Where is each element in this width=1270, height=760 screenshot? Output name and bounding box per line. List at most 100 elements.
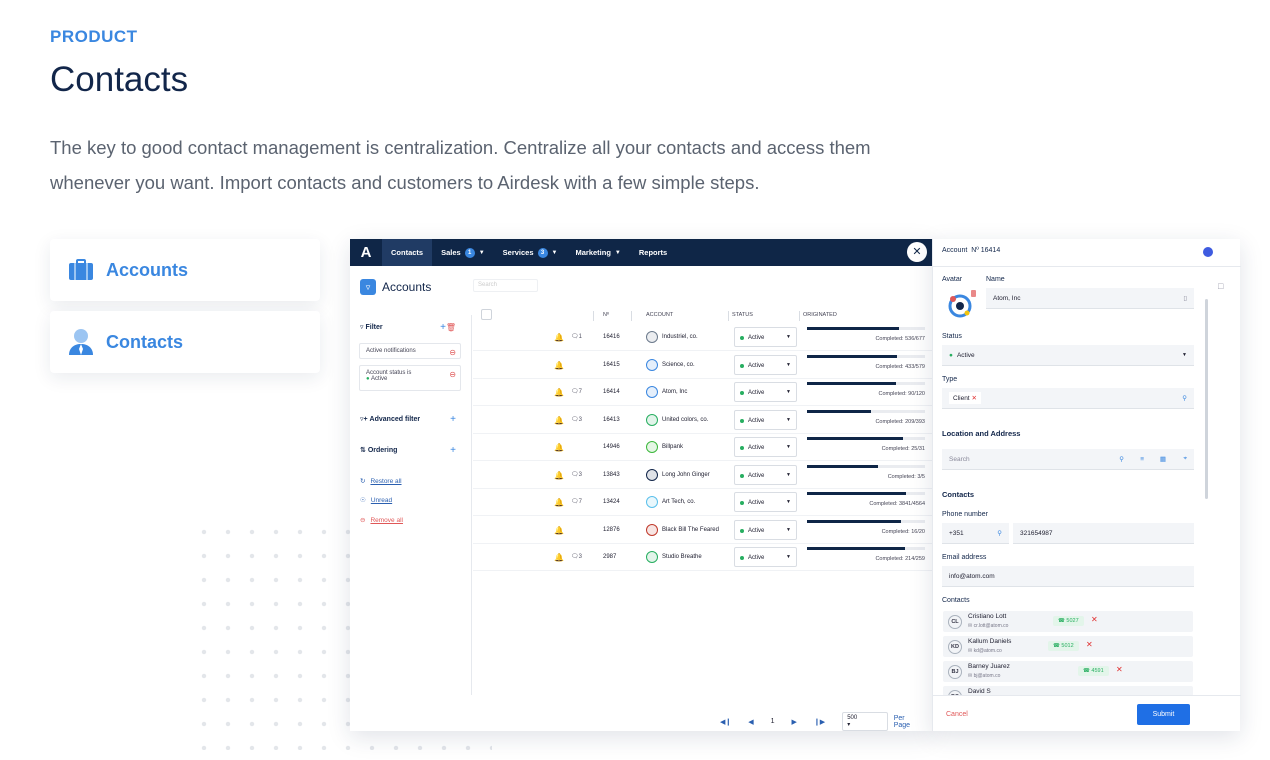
account-name[interactable]: Atom, Inc: [662, 389, 687, 395]
filter-view-icon[interactable]: ▿: [360, 279, 376, 295]
account-name[interactable]: Black Bill The Feared: [662, 527, 719, 533]
nav-contacts[interactable]: Contacts: [382, 239, 432, 266]
message-count[interactable]: 🗨3: [571, 471, 582, 478]
next-page-icon[interactable]: ▶: [792, 718, 797, 726]
bell-icon[interactable]: 🔔: [554, 388, 564, 397]
remove-contact-icon[interactable]: ✕: [1086, 640, 1093, 649]
account-name[interactable]: Industriel, co.: [662, 334, 698, 340]
cancel-button[interactable]: Cancel: [946, 711, 968, 718]
status-select[interactable]: Active▼: [734, 355, 797, 375]
current-page[interactable]: 1: [771, 718, 775, 725]
bell-icon[interactable]: 🔔: [554, 553, 564, 562]
bell-icon[interactable]: 🔔: [554, 471, 564, 480]
remove-tag-icon[interactable]: ✕: [971, 395, 976, 402]
account-name[interactable]: Science, co.: [662, 362, 695, 368]
table-row[interactable]: 🔔12876Black Bill The FearedActive▼Comple…: [473, 517, 932, 544]
remove-chip-icon[interactable]: ⊖: [449, 370, 456, 379]
table-row[interactable]: 🔔🗨116416Industriel, co.Active▼Completed:…: [473, 324, 932, 351]
column-header-number[interactable]: Nº: [603, 312, 609, 318]
ordering-header[interactable]: ⇅ Ordering+: [360, 446, 460, 454]
message-count[interactable]: 🗨3: [571, 416, 582, 423]
filter-chip-notifications[interactable]: Active notifications⊖: [359, 343, 461, 359]
feature-card-accounts[interactable]: Accounts: [50, 239, 320, 301]
email-input[interactable]: info@atom.com: [942, 566, 1194, 587]
table-row[interactable]: 🔔16415Science, co.Active▼Completed: 433/…: [473, 352, 932, 379]
remove-contact-icon[interactable]: ✕: [1116, 665, 1123, 674]
name-input[interactable]: Atom, Inc▯: [986, 288, 1194, 309]
first-page-icon[interactable]: ◀❙: [720, 718, 731, 726]
restore-all-link[interactable]: ↻Restore all: [360, 477, 402, 485]
last-page-icon[interactable]: ❙▶: [814, 718, 825, 726]
message-count[interactable]: 🗨1: [571, 333, 582, 340]
close-icon[interactable]: ✕: [907, 242, 927, 262]
account-name[interactable]: Studio Breathe: [662, 554, 702, 560]
advanced-filter-header[interactable]: ▿+ Advanced filter+: [360, 415, 460, 423]
status-select[interactable]: ●Active▼: [942, 345, 1194, 366]
status-select[interactable]: Active▼: [734, 520, 797, 540]
bell-icon[interactable]: 🔔: [554, 361, 564, 370]
nav-services[interactable]: Services3▼: [494, 239, 567, 266]
atom-logo-icon[interactable]: [942, 288, 978, 324]
remove-all-link[interactable]: ⊖Remove all: [360, 516, 403, 524]
message-count[interactable]: 🗨7: [571, 498, 582, 505]
location-search-input[interactable]: Search⚲≡▦⌖: [942, 449, 1194, 470]
scrollbar[interactable]: [1205, 299, 1208, 499]
map-icon[interactable]: ▦: [1160, 455, 1166, 463]
add-advanced-filter-icon[interactable]: +: [450, 414, 456, 425]
remove-contact-icon[interactable]: ✕: [1091, 615, 1098, 624]
contact-card[interactable]: CLCristiano Lott✉ cr.lott@atom.co☎ 5027✕: [943, 611, 1193, 632]
account-name[interactable]: Billpank: [662, 444, 683, 450]
table-row[interactable]: 🔔14946BillpankActive▼Completed: 25/31: [473, 434, 932, 461]
table-row[interactable]: 🔔🗨713424Art Tech, co.Active▼Completed: 3…: [473, 489, 932, 516]
search-icon[interactable]: ⚲: [1182, 394, 1187, 402]
clipboard-icon[interactable]: ▯: [1183, 294, 1187, 302]
submit-button[interactable]: Submit: [1137, 704, 1190, 725]
phone-prefix-select[interactable]: +351⚲: [942, 523, 1009, 544]
select-all-checkbox[interactable]: [481, 309, 492, 320]
message-count[interactable]: 🗨7: [571, 388, 582, 395]
table-row[interactable]: 🔔🗨32987Studio BreatheActive▼Completed: 2…: [473, 544, 932, 571]
type-tag[interactable]: Client ✕: [949, 392, 981, 404]
status-select[interactable]: Active▼: [734, 492, 797, 512]
status-select[interactable]: Active▼: [734, 437, 797, 457]
nav-sales[interactable]: Sales1▼: [432, 239, 494, 266]
search-icon[interactable]: ⚲: [1119, 455, 1124, 463]
unread-link[interactable]: ☉Unread: [360, 496, 392, 504]
nav-reports[interactable]: Reports: [630, 239, 676, 266]
add-ordering-icon[interactable]: +: [450, 445, 456, 456]
status-select[interactable]: Active▼: [734, 327, 797, 347]
per-page-select[interactable]: 500 ▾: [842, 712, 888, 731]
logo-icon[interactable]: A: [350, 239, 382, 266]
column-header-originated[interactable]: Originated: [803, 312, 837, 318]
table-row[interactable]: 🔔🗨313843Long John GingerActive▼Completed…: [473, 462, 932, 489]
column-header-status[interactable]: Status: [732, 312, 753, 318]
account-name[interactable]: United colors, co.: [662, 417, 708, 423]
feature-card-contacts[interactable]: Contacts: [50, 311, 320, 373]
prev-page-icon[interactable]: ◀: [748, 718, 753, 726]
account-name[interactable]: Art Tech, co.: [662, 499, 695, 505]
table-row[interactable]: 🔔🗨716414Atom, IncActive▼Completed: 90/12…: [473, 379, 932, 406]
bell-icon[interactable]: 🔔: [554, 443, 564, 452]
phone-input[interactable]: 321654987: [1013, 523, 1194, 544]
search-icon[interactable]: ⚲: [997, 529, 1002, 537]
filter-chip-status[interactable]: Account status is● Active⊖: [359, 365, 461, 391]
bell-icon[interactable]: 🔔: [554, 498, 564, 507]
locate-icon[interactable]: ⌖: [1183, 455, 1187, 463]
status-select[interactable]: Active▼: [734, 547, 797, 567]
bell-icon[interactable]: 🔔: [554, 416, 564, 425]
status-select[interactable]: Active▼: [734, 382, 797, 402]
contact-card[interactable]: KDKallum Daniels✉ kd@atom.co☎ 5012✕: [943, 636, 1193, 657]
bell-icon[interactable]: 🔔: [554, 333, 564, 342]
search-input[interactable]: Search: [473, 279, 538, 292]
nav-marketing[interactable]: Marketing▼: [566, 239, 629, 266]
status-select[interactable]: Active▼: [734, 410, 797, 430]
list-icon[interactable]: ≡: [1140, 456, 1144, 463]
contact-card[interactable]: BJBarney Juarez✉ bj@atom.co☎ 4591✕: [943, 661, 1193, 682]
type-input[interactable]: Client ✕ ⚲: [942, 388, 1194, 409]
table-row[interactable]: 🔔🗨316413United colors, co.Active▼Complet…: [473, 407, 932, 434]
account-name[interactable]: Long John Ginger: [662, 472, 710, 478]
column-header-account[interactable]: Account: [646, 312, 673, 318]
bell-icon[interactable]: 🔔: [554, 526, 564, 535]
trash-icon[interactable]: 🗑: [446, 323, 456, 332]
message-count[interactable]: 🗨3: [571, 553, 582, 560]
